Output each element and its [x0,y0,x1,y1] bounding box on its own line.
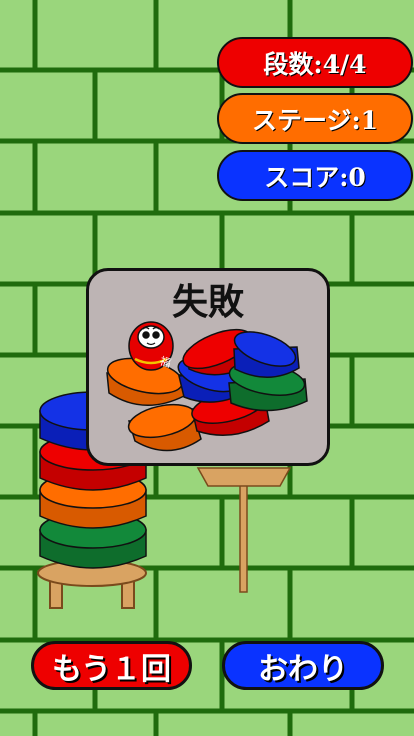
stage-badge: ステージ:1 [217,93,413,144]
failure-title: 失敗 [171,281,244,323]
fallen-piece-blue-top [233,331,300,378]
failure-panel: 福 失敗 [86,268,330,466]
score-text: スコア:0 [264,162,366,192]
finish-label: おわり [258,651,348,687]
retry-label: もう１回 [51,651,172,687]
score-badge: スコア:0 [217,150,413,201]
finish-button[interactable]: おわり [222,641,384,690]
dan-count-badge: 段数:4/4 [217,37,413,88]
dan-count-text: 段数:4/4 [263,49,367,79]
fallen-piece-orange-lower [127,403,202,452]
retry-button[interactable]: もう１回 [31,641,192,690]
stage-text: ステージ:1 [251,105,379,135]
